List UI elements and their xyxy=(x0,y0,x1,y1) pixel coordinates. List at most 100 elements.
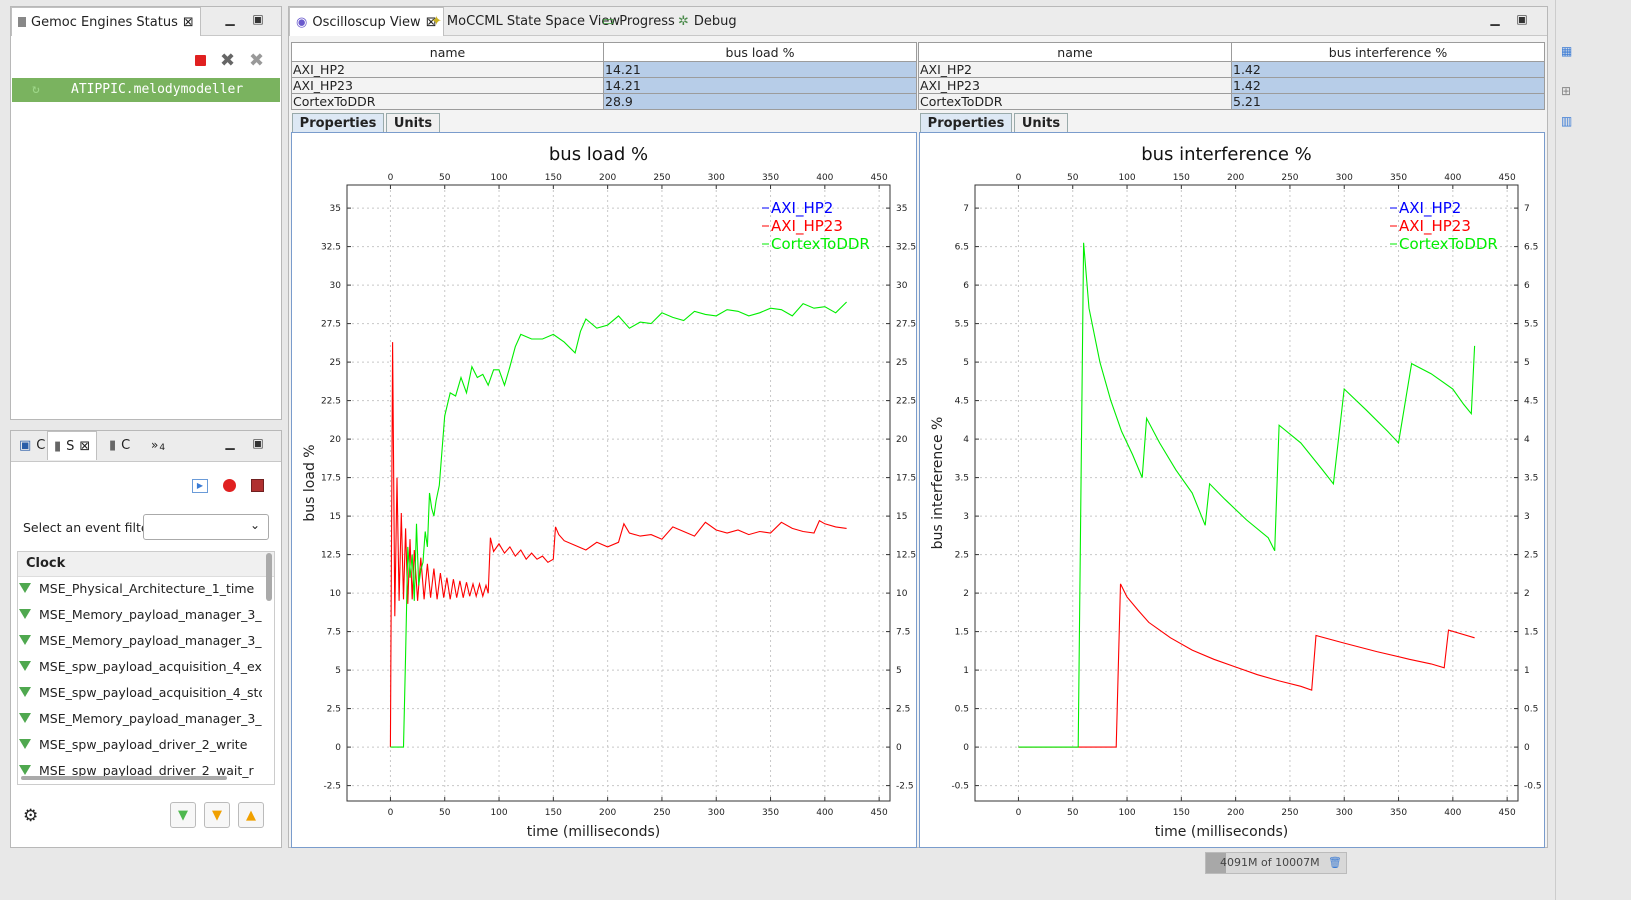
dispose-all-icon[interactable]: ✖ xyxy=(249,50,264,71)
editor-tabbar: ◉ Oscilloscup View ⊠ ✦ MoCCML State Spac… xyxy=(289,7,1547,36)
y-tick-label: 15 xyxy=(330,512,341,522)
tab-progress[interactable]: ▭ Progress xyxy=(596,7,681,35)
maximize-icon[interactable]: ▣ xyxy=(1515,12,1529,26)
event-filter-select[interactable]: ⌄ xyxy=(143,514,269,540)
trash-icon[interactable]: 🗑 xyxy=(1328,853,1342,873)
minimize-icon[interactable]: ▁ xyxy=(1488,12,1502,26)
tab-overflow[interactable]: » 4 xyxy=(145,431,171,459)
y-tick-label: -0.5 xyxy=(951,782,969,792)
event-panel: ▣ C ▮ S ⊠ ▮ C » 4 ▁ ▣ ▶ Select an event … xyxy=(10,430,282,848)
tab-debug[interactable]: ✲ Debug xyxy=(672,7,743,35)
column-header-name[interactable]: name xyxy=(918,42,1232,62)
list-item[interactable]: MSE_Memory_payload_manager_3_stop xyxy=(17,705,262,731)
settings-gear-icon[interactable]: ⚙ xyxy=(23,806,38,826)
tab-c2[interactable]: ▮ C xyxy=(103,431,136,459)
stop-engine-icon[interactable] xyxy=(195,55,206,66)
play-icon[interactable]: ▶ xyxy=(192,479,208,493)
chevron-down-icon: ⌄ xyxy=(249,518,260,532)
close-icon[interactable]: ⊠ xyxy=(183,15,194,30)
tab-label-oscilloscup: Oscilloscup View xyxy=(312,14,421,30)
y-tick-label: 12.5 xyxy=(321,551,341,561)
next-step-button[interactable]: ▼ xyxy=(170,802,196,828)
overflow-count: 4 xyxy=(159,443,166,453)
y-tick-label: 22.5 xyxy=(321,397,341,407)
clock-tick-icon xyxy=(19,713,31,723)
tab-properties-right[interactable]: Properties xyxy=(920,113,1012,132)
y-tick-label: 1 xyxy=(963,666,969,676)
clock-name: MSE_Memory_payload_manager_3_write xyxy=(39,632,262,648)
column-header-bus-load[interactable]: bus load % xyxy=(603,42,917,62)
x-tick-label: 300 xyxy=(708,808,725,818)
record-icon[interactable] xyxy=(223,479,236,492)
table-row[interactable]: AXI_HP23 1.42 xyxy=(918,77,1545,94)
list-item[interactable]: MSE_Memory_payload_manager_3_write xyxy=(17,627,262,653)
y-tick-label-right: -2.5 xyxy=(896,782,914,792)
view-icon[interactable]: ▥ xyxy=(1561,114,1572,128)
view-icon[interactable]: ⊞ xyxy=(1561,84,1571,98)
row-name: AXI_HP23 xyxy=(918,77,1232,94)
list-item[interactable]: MSE_Physical_Architecture_1_time xyxy=(17,575,262,601)
table-row[interactable]: AXI_HP2 14.21 xyxy=(291,61,917,78)
step-over-button[interactable]: ▼ xyxy=(204,802,230,828)
tab-engines-status[interactable]: Gemoc Engines Status ⊠ xyxy=(11,7,201,36)
table-row[interactable]: CortexToDDR 5.21 xyxy=(918,93,1545,110)
engine-row[interactable]: ↻ ATIPPIC.melodymodeller 2243 xyxy=(12,78,280,121)
tab-console[interactable]: ▣ C xyxy=(13,431,51,459)
y-tick-label-right: 15 xyxy=(896,512,907,522)
x-tick-label: 400 xyxy=(1444,808,1461,818)
vertical-scrollbar[interactable] xyxy=(266,553,272,601)
table-row[interactable]: CortexToDDR 28.9 xyxy=(291,93,917,110)
list-item[interactable]: MSE_spw_payload_acquisition_4_stop xyxy=(17,679,262,705)
maximize-icon[interactable]: ▣ xyxy=(251,12,265,26)
table-row[interactable]: AXI_HP2 1.42 xyxy=(918,61,1545,78)
column-header-bus-interference[interactable]: bus interference % xyxy=(1231,42,1545,62)
minimize-icon[interactable]: ▁ xyxy=(223,12,237,26)
y-tick-label-right: 0 xyxy=(1524,743,1530,753)
y-tick-label-right: 5.5 xyxy=(1524,320,1538,330)
minimize-icon[interactable]: ▁ xyxy=(223,436,237,450)
clock-name: MSE_spw_payload_acquisition_4_execute xyxy=(39,658,262,674)
y-tick-label-right: 1 xyxy=(1524,666,1530,676)
x-tick-label-top: 400 xyxy=(816,173,833,183)
clock-rows: MSE_Physical_Architecture_1_time MSE_Memo… xyxy=(17,575,273,781)
step-back-button[interactable]: ▲ xyxy=(238,802,264,828)
bus-load-chart-panel: 0 0 50 50 100 100 150 150 200 200 250 250 300 300 350 3… xyxy=(291,132,917,848)
chart-title: bus load % xyxy=(549,144,648,165)
tab-units-left[interactable]: Units xyxy=(386,113,440,132)
clock-name: MSE_Physical_Architecture_1_time xyxy=(39,580,255,596)
console-icon: ▣ xyxy=(19,437,32,453)
progress-icon: ▭ xyxy=(602,13,615,29)
close-icon[interactable]: ⊠ xyxy=(79,439,90,454)
stop-icon[interactable] xyxy=(251,479,264,492)
maximize-icon[interactable]: ▣ xyxy=(251,436,265,450)
x-tick-label-top: 300 xyxy=(708,173,725,183)
x-tick-label: 250 xyxy=(653,808,670,818)
list-item[interactable]: MSE_spw_payload_driver_2_write xyxy=(17,731,262,757)
y-tick-label: -2.5 xyxy=(323,782,341,792)
heap-status[interactable]: 4091M of 10007M 🗑 xyxy=(1205,852,1347,874)
y-tick-label-right: 30 xyxy=(896,281,908,291)
horizontal-scrollbar[interactable] xyxy=(21,776,227,780)
clock-tick-icon xyxy=(19,609,31,619)
tab-properties-left[interactable]: Properties xyxy=(292,113,384,132)
legend-entry: AXI_HP2 xyxy=(1399,199,1461,218)
x-tick-label: 50 xyxy=(1067,808,1079,818)
clock-tick-icon xyxy=(19,635,31,645)
tab-oscilloscup-view[interactable]: ◉ Oscilloscup View ⊠ xyxy=(289,7,444,36)
y-tick-label: 0 xyxy=(335,743,341,753)
dispose-engine-icon[interactable]: ✖ xyxy=(220,50,235,71)
y-tick-label: 27.5 xyxy=(321,320,341,330)
y-tick-label: 32.5 xyxy=(321,243,341,253)
row-name: CortexToDDR xyxy=(291,93,604,110)
list-item[interactable]: MSE_Memory_payload_manager_3_suspe xyxy=(17,601,262,627)
list-item[interactable]: MSE_spw_payload_acquisition_4_execute xyxy=(17,653,262,679)
tab-stimuli[interactable]: ▮ S ⊠ xyxy=(47,431,98,460)
x-tick-label-top: 350 xyxy=(762,173,779,183)
view-icon[interactable]: ▦ xyxy=(1561,44,1572,58)
table-row[interactable]: AXI_HP23 14.21 xyxy=(291,77,917,94)
tab-units-right[interactable]: Units xyxy=(1014,113,1068,132)
right-trim-toolbar: ▦ ⊞ ▥ xyxy=(1555,0,1631,900)
x-tick-label: 200 xyxy=(1227,808,1244,818)
column-header-name[interactable]: name xyxy=(291,42,604,62)
y-tick-label-right: 2.5 xyxy=(896,705,910,715)
